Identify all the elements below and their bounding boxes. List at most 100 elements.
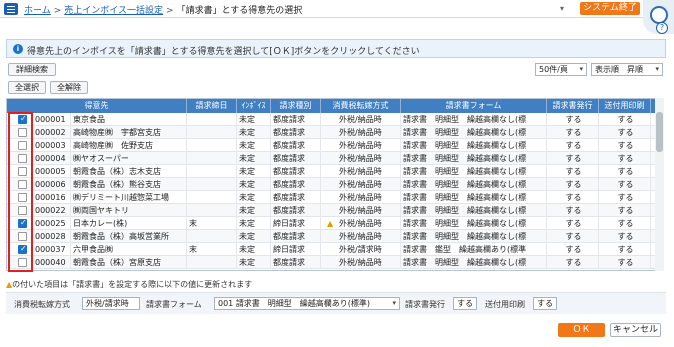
table-row[interactable]: 000037六甲食品㈱末未定締日請求 外税/請求時請求書 鑑型 繰越高欄あり(標準… [7,243,657,256]
breadcrumb: ホーム > 売上インボイス一括設定 > 「請求書」とする得意先の選択 [24,6,303,16]
billing-type: 締日請求 [271,243,321,256]
invoice-issue: する [547,165,599,178]
tax-field[interactable]: 外税/請求時 [82,297,140,310]
closing-day [187,152,237,165]
help-icon[interactable]: ? [656,22,668,34]
per-page-select[interactable]: 50件/頁 ▾ [535,63,587,76]
menu-icon[interactable] [4,3,18,15]
th-closing-day[interactable]: 請求締日 [187,99,237,113]
customer-code: 000006 [33,178,71,191]
table-row[interactable]: 000040 朝霞食品（株）宮原支店 未定 都度請求 外税/納品時 請求書 明細型 繰越高… [7,256,657,269]
breadcrumb-home[interactable]: ホーム [24,6,51,16]
closing-day [187,204,237,217]
customer-code: 000004 [33,152,71,165]
scroll-thumb[interactable] [656,112,663,152]
customer-code: 000028 [33,230,71,243]
system-exit-button[interactable]: システム終了 [580,2,640,15]
tax-method: 外税/納品時 [337,256,401,269]
form-label: 請求書フォーム [146,300,202,309]
invoice-issue: する [547,191,599,204]
display-order-select[interactable]: 表示順 昇順 ▾ [591,63,663,76]
breadcrumb-bulk-setting[interactable]: 売上インボイス一括設定 [64,6,163,16]
th-billing-type[interactable]: 請求種別 [271,99,321,113]
billing-type: 都度請求 [271,139,321,152]
invoice-form: 請求書 明細型 繰越高欄なし(標 [401,217,547,230]
invoice-status: 未定 [237,178,271,191]
billing-type: 都度請求 [271,165,321,178]
select-all-button[interactable]: 全選択 [8,81,46,94]
customer-code: 000002 [33,126,71,139]
billing-type: 締日請求 [271,217,321,230]
invoice-form: 請求書 明細型 繰越高欄なし(標 [401,230,547,243]
invoice-form: 請求書 明細型 繰越高欄なし(標 [401,204,547,217]
customer-code: 000003 [33,139,71,152]
send-print: する [599,152,651,165]
table-row[interactable]: 000001東京食品未定都度請求外税/納品時請求書 明細型 繰越高欄なし(標する… [7,113,657,126]
form-select[interactable]: 001 請求書 明細型 繰越高欄あり(標準) ▾ [214,297,400,310]
invoice-issue: する [547,230,599,243]
send-print: する [599,165,651,178]
billing-type: 都度請求 [271,152,321,165]
invoice-status: 未定 [237,165,271,178]
update-note: ▲の付いた項目は「請求書」を設定する際に以下の値に更新されます [6,280,253,289]
th-send-print[interactable]: 送付用印刷 [599,99,651,113]
invoice-status: 未定 [237,139,271,152]
table-row[interactable]: 000003 高崎物産㈱ 佐野支店 未定 都度請求 外税/納品時 請求書 明細型 繰越高欄… [7,139,657,152]
th-tax-method[interactable]: 消費税転嫁方式 [321,99,401,113]
table-row[interactable]: 000004 ㈱ヤオスーパー 未定 都度請求 外税/納品時 請求書 明細型 繰越高欄なし(… [7,152,657,165]
th-invoice[interactable]: ｲﾝﾎﾞｲｽ [237,99,271,113]
table-row[interactable]: 000016 ㈱デリミート川越惣菜工場 未定 都度請求 外税/納品時 請求書 明細型 繰越… [7,191,657,204]
customer-code: 000005 [33,165,71,178]
customer-name: 朝霞食品（株）熊谷支店 [71,178,187,191]
send-print: する [599,113,651,126]
tax-method: 外税/納品時 [337,191,401,204]
table-row[interactable]: 000002 高崎物産㈱ 宇都宮支店 未定 都度請求 外税/納品時 請求書 明細型 繰越高… [7,126,657,139]
billing-type: 都度請求 [271,230,321,243]
invoice-issue: する [547,152,599,165]
customer-name: 東京食品 [71,113,187,126]
invoice-issue: する [547,139,599,152]
dropdown-arrow-icon[interactable]: ▾ [560,4,564,13]
th-invoice-issue[interactable]: 請求書発行 [547,99,599,113]
send-print: する [599,204,651,217]
invoice-issue: する [547,243,599,256]
closing-day [187,165,237,178]
issue-field[interactable]: する [453,297,477,310]
closing-day [187,178,237,191]
invoice-issue: する [547,217,599,230]
closing-day [187,113,237,126]
billing-type: 都度請求 [271,126,321,139]
invoice-issue: する [547,178,599,191]
deselect-all-button[interactable]: 全解除 [50,81,88,94]
invoice-form: 請求書 明細型 繰越高欄なし(標 [401,152,547,165]
bottom-settings-bar: 消費税転嫁方式 外税/請求時 請求書フォーム 001 請求書 明細型 繰越高欄あ… [6,292,666,314]
billing-type: 都度請求 [271,191,321,204]
table-row[interactable]: 000005 朝霞食品（株）志木支店 未定 都度請求 外税/納品時 請求書 明細型 繰越高… [7,165,657,178]
th-invoice-form[interactable]: 請求書フォーム [401,99,547,113]
detail-search-button[interactable]: 詳細検索 [8,63,56,76]
invoice-form: 請求書 明細型 繰越高欄なし(標 [401,126,547,139]
ok-button[interactable]: ＯＫ [558,323,605,337]
tax-method: 外税/納品時 [337,230,401,243]
invoice-form: 請求書 明細型 繰越高欄なし(標 [401,178,547,191]
table-row[interactable]: 000025日本カレー(株)末未定締日請求 ▲外税/納品時請求書 明細型 繰越高欄… [7,217,657,230]
print-field[interactable]: する [533,297,557,310]
info-icon: i [13,44,23,54]
warning-icon: ▲ [327,219,334,228]
cancel-button[interactable]: キャンセル [610,323,661,337]
closing-day [187,230,237,243]
table-scrollbar[interactable] [655,98,664,271]
send-print: する [599,178,651,191]
closing-day [187,126,237,139]
invoice-form: 請求書 明細型 繰越高欄なし(標 [401,256,547,269]
billing-type: 都度請求 [271,178,321,191]
tax-method: 外税/請求時 [337,243,401,256]
table-row[interactable]: 000022 ㈱両国ヤキトリ 未定 都度請求 外税/納品時 請求書 明細型 繰越高欄なし(… [7,204,657,217]
table-row[interactable]: 000028 朝霞食品（株）高坂営業所 未定 都度請求 外税/納品時 請求書 明細型 繰越… [7,230,657,243]
send-print: する [599,126,651,139]
invoice-issue: する [547,113,599,126]
table-row[interactable]: 000006 朝霞食品（株）熊谷支店 未定 都度請求 外税/納品時 請求書 明細型 繰越高… [7,178,657,191]
invoice-status: 未定 [237,113,271,126]
th-customer[interactable]: 得意先 [7,99,187,113]
customer-name: ㈱両国ヤキトリ [71,204,187,217]
